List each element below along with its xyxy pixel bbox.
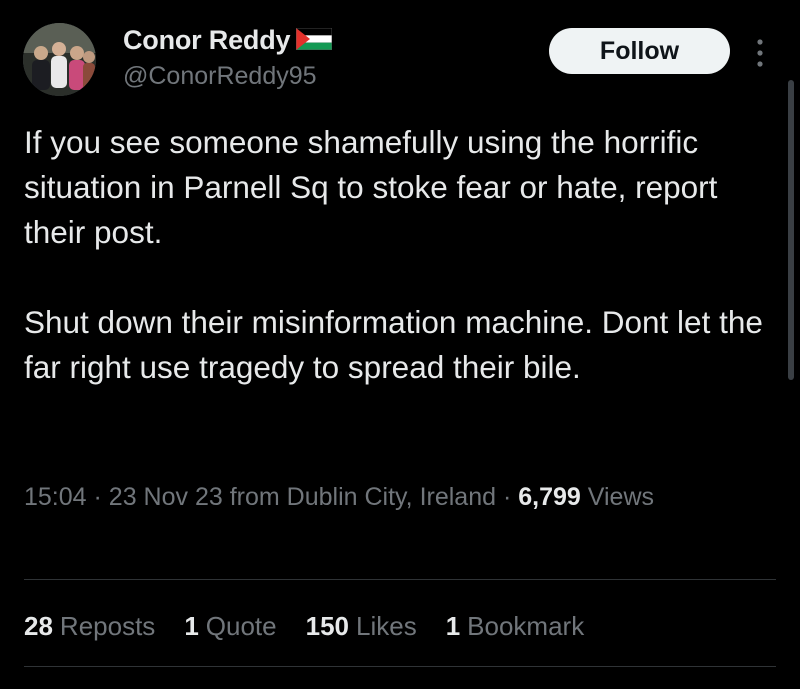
- bookmarks-count: 1: [445, 611, 461, 641]
- likes-count: 150: [305, 611, 349, 641]
- quotes-count: 1: [184, 611, 199, 641]
- quotes-label: Quote: [205, 611, 277, 641]
- likes-label: Likes: [356, 611, 417, 641]
- tweet-paragraph: Shut down their misinformation machine. …: [24, 304, 763, 385]
- views-label: Views: [587, 483, 655, 511]
- follow-button[interactable]: Follow: [549, 28, 730, 74]
- bookmarks-stat[interactable]: 1 Bookmark: [446, 606, 585, 646]
- tweet-meta: 15:04 · 23 Nov 23 from Dublin City, Irel…: [24, 476, 784, 518]
- author-handle[interactable]: @ConorReddy95: [123, 62, 317, 91]
- avatar[interactable]: [23, 23, 96, 96]
- tweet-time[interactable]: 15:04: [24, 483, 87, 511]
- tweet-location: from Dublin City, Ireland: [229, 483, 497, 511]
- palestine-flag-icon: [295, 27, 333, 55]
- tweet-text: If you see someone shamefully using the …: [24, 120, 784, 390]
- author-name-row: Conor Reddy: [123, 22, 333, 58]
- likes-stat[interactable]: 150 Likes: [306, 606, 417, 646]
- scrollbar[interactable]: [788, 80, 794, 380]
- avatar-photo-icon: [23, 23, 96, 96]
- more-vertical-icon[interactable]: [753, 34, 767, 74]
- reposts-label: Reposts: [59, 611, 156, 641]
- tweet-date[interactable]: 23 Nov 23: [109, 483, 223, 511]
- bookmarks-label: Bookmark: [467, 611, 585, 641]
- views-count: 6,799: [518, 483, 581, 511]
- divider: [24, 579, 776, 580]
- reposts-stat[interactable]: 28 Reposts: [24, 606, 155, 646]
- meta-separator: ·: [93, 483, 102, 511]
- tweet-paragraph: If you see someone shamefully using the …: [24, 124, 718, 250]
- divider: [24, 666, 776, 667]
- quotes-stat[interactable]: 1 Quote: [184, 606, 276, 646]
- author-display-name[interactable]: Conor Reddy: [123, 25, 291, 56]
- meta-separator: ·: [502, 483, 512, 511]
- engagement-stats: 28 Reposts 1 Quote 150 Likes 1 Bookmark: [24, 606, 613, 646]
- reposts-count: 28: [24, 611, 53, 641]
- tweet-card: Conor Reddy @ConorReddy95 Follow If you …: [0, 0, 800, 689]
